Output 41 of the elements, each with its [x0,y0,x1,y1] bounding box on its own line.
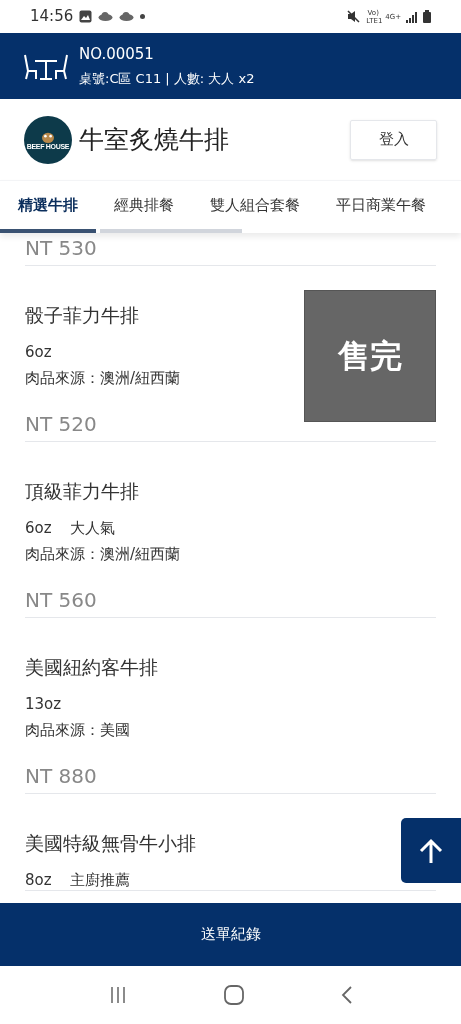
sold-out-overlay: 售完 [304,290,436,422]
item-name: 美國特級無骨牛小排 [25,831,197,856]
order-history-button[interactable]: 送單紀錄 [0,903,461,966]
meat-source: 肉品來源：澳洲/紐西蘭 [25,368,182,389]
login-button[interactable]: 登入 [350,119,437,160]
home-icon[interactable] [223,985,244,1005]
category-tab[interactable]: 平日商業午餐 [318,181,444,233]
item-tag: 6oz [25,518,52,538]
mute-icon [347,10,362,23]
category-tab[interactable]: 經典排餐 [96,181,192,233]
item-name: 頂級菲力牛排 [25,479,140,504]
item-tag: 主廚推薦 [69,870,130,890]
battery-icon [423,10,431,23]
item-tag: 13oz [25,694,62,714]
arrow-up-icon [419,837,443,864]
meat-source: 肉品來源：澳洲/紐西蘭 [25,544,182,565]
item-price: NT 560 [25,587,98,614]
restaurant-name: 牛室炙燒牛排 [79,123,230,156]
item-price: NT 530 [25,235,98,262]
table-info: 桌號:C區 C11 | 人數: 大人 x2 [79,70,255,88]
back-icon[interactable] [340,985,353,1005]
image-icon [79,10,93,23]
item-tag: 6oz [25,342,52,362]
item-name: 骰子菲力牛排 [25,303,140,328]
category-tab[interactable]: 精選牛排 [0,181,96,233]
item-price: NT 880 [25,763,98,790]
order-number: NO.00051 [79,44,155,65]
clock: 14:56 [30,6,74,28]
dot-icon [140,14,146,19]
bull-icon [40,130,56,143]
item-price: NT 520 [25,411,98,438]
category-tab[interactable]: 雙人組合套餐 [192,181,318,233]
scroll-top-button[interactable] [401,818,461,883]
item-name: 美國紐約客牛排 [25,655,159,680]
cloud-icon [119,12,135,21]
cloud-icon [98,12,114,21]
meat-source: 肉品來源：美國 [25,720,131,741]
recent-apps-icon[interactable] [108,986,127,1004]
item-tag: 8oz [25,870,52,890]
signal-icon [406,10,418,23]
item-tag: 大人氣 [69,518,115,538]
